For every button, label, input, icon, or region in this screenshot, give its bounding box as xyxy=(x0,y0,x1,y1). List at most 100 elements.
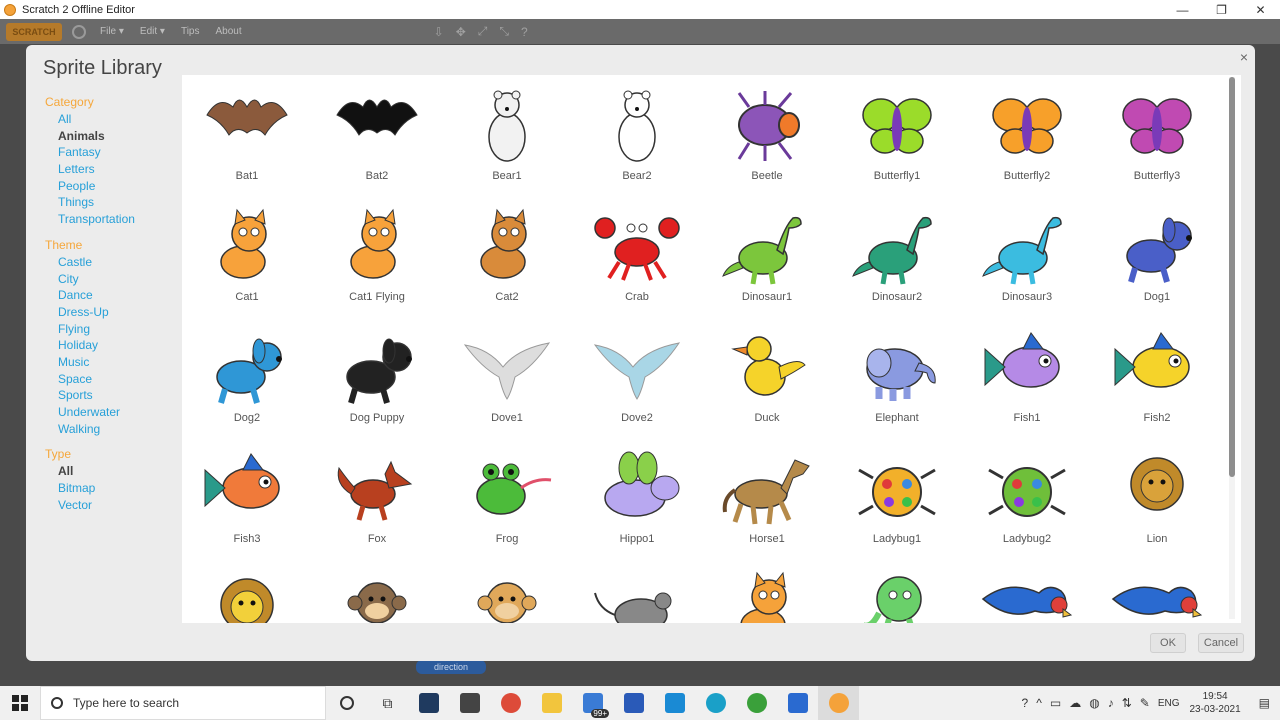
theme-item-space[interactable]: Space xyxy=(45,371,180,388)
menu-file[interactable]: File ▾ xyxy=(100,26,124,37)
category-item-letters[interactable]: Letters xyxy=(45,161,180,178)
theme-item-castle[interactable]: Castle xyxy=(45,254,180,271)
edge-icon[interactable] xyxy=(695,686,736,720)
chrome-icon[interactable] xyxy=(490,686,531,720)
category-item-people[interactable]: People xyxy=(45,178,180,195)
sprite-tile[interactable] xyxy=(962,567,1092,623)
theme-item-music[interactable]: Music xyxy=(45,354,180,371)
theme-item-dance[interactable]: Dance xyxy=(45,287,180,304)
sprite-tile-duck[interactable]: Duck xyxy=(702,325,832,446)
chevron-up-icon[interactable]: ^ xyxy=(1036,696,1042,710)
menu-about[interactable]: About xyxy=(215,26,241,37)
sprite-tile[interactable] xyxy=(832,567,962,623)
task-view-icon[interactable]: ⧉ xyxy=(367,686,408,720)
sprite-tile-horse1[interactable]: Horse1 xyxy=(702,446,832,567)
cancel-button[interactable]: Cancel xyxy=(1198,633,1244,653)
file-explorer-icon[interactable] xyxy=(531,686,572,720)
theme-item-dress-up[interactable]: Dress-Up xyxy=(45,304,180,321)
menu-edit[interactable]: Edit ▾ xyxy=(140,26,165,37)
minimize-button[interactable]: — xyxy=(1163,3,1202,17)
torrent-icon[interactable] xyxy=(736,686,777,720)
sprite-tile[interactable] xyxy=(572,567,702,623)
scrollbar[interactable] xyxy=(1229,77,1235,619)
grow-tool-icon[interactable]: ⤢ xyxy=(478,24,488,39)
close-icon[interactable]: × xyxy=(1240,49,1248,65)
sprite-tile-fish1[interactable]: Fish1 xyxy=(962,325,1092,446)
cloud-icon[interactable]: ☁ xyxy=(1069,696,1081,710)
vscode-icon[interactable] xyxy=(654,686,695,720)
screen-app-icon[interactable] xyxy=(777,686,818,720)
clock[interactable]: 19:54 23-03-2021 xyxy=(1190,690,1241,716)
notifications-icon[interactable]: ▤ xyxy=(1259,696,1270,710)
restore-button[interactable]: ❐ xyxy=(1202,3,1241,17)
sprite-tile-dinosaur1[interactable]: Dinosaur1 xyxy=(702,204,832,325)
sprite-tile-dog1[interactable]: Dog1 xyxy=(1092,204,1222,325)
sprite-tile-bear2[interactable]: Bear2 xyxy=(572,83,702,204)
windows-start-icon[interactable] xyxy=(0,686,40,720)
shrink-tool-icon[interactable]: ⤡ xyxy=(499,24,509,39)
theme-item-sports[interactable]: Sports xyxy=(45,387,180,404)
sprite-tile-dinosaur3[interactable]: Dinosaur3 xyxy=(962,204,1092,325)
theme-item-walking[interactable]: Walking xyxy=(45,421,180,438)
sprite-tile-bear1[interactable]: Bear1 xyxy=(442,83,572,204)
category-item-animals[interactable]: Animals xyxy=(45,128,180,145)
sprite-tile-dove1[interactable]: Dove1 xyxy=(442,325,572,446)
sprite-tile-dinosaur2[interactable]: Dinosaur2 xyxy=(832,204,962,325)
sprite-tile-crab[interactable]: Crab xyxy=(572,204,702,325)
sprite-tile-ladybug2[interactable]: Ladybug2 xyxy=(962,446,1092,567)
sprite-tile[interactable] xyxy=(312,567,442,623)
sprite-tile-lion[interactable]: Lion xyxy=(1092,446,1222,567)
close-window-button[interactable]: ✕ xyxy=(1241,3,1280,17)
sprite-tile-cat1[interactable]: Cat1 xyxy=(182,204,312,325)
usb-icon[interactable]: ⇅ xyxy=(1122,696,1132,710)
sprite-tile-beetle[interactable]: Beetle xyxy=(702,83,832,204)
pen-icon[interactable]: ✎ xyxy=(1140,696,1150,710)
language-indicator[interactable]: ENG xyxy=(1158,698,1180,709)
theme-item-flying[interactable]: Flying xyxy=(45,321,180,338)
sprite-tile-dove2[interactable]: Dove2 xyxy=(572,325,702,446)
sprite-tile-fish3[interactable]: Fish3 xyxy=(182,446,312,567)
store-icon[interactable] xyxy=(449,686,490,720)
sprite-tile[interactable] xyxy=(702,567,832,623)
sprite-tile-butterfly2[interactable]: Butterfly2 xyxy=(962,83,1092,204)
sprite-tile-cat2[interactable]: Cat2 xyxy=(442,204,572,325)
scrollbar-thumb[interactable] xyxy=(1229,77,1235,477)
delete-tool-icon[interactable]: ✥ xyxy=(456,25,466,39)
sprite-tile-bat2[interactable]: Bat2 xyxy=(312,83,442,204)
category-item-fantasy[interactable]: Fantasy xyxy=(45,144,180,161)
sprite-tile-bat1[interactable]: Bat1 xyxy=(182,83,312,204)
sprite-tile-fox[interactable]: Fox xyxy=(312,446,442,567)
help-tool-icon[interactable]: ? xyxy=(521,25,528,39)
terminal-app-icon[interactable] xyxy=(408,686,449,720)
type-item-bitmap[interactable]: Bitmap xyxy=(45,480,180,497)
powershell-icon[interactable] xyxy=(613,686,654,720)
sprite-tile-ladybug1[interactable]: Ladybug1 xyxy=(832,446,962,567)
network-icon[interactable]: ◍ xyxy=(1089,696,1099,710)
sprite-tile-elephant[interactable]: Elephant xyxy=(832,325,962,446)
mail-icon[interactable]: 99+ xyxy=(572,686,613,720)
ok-button[interactable]: OK xyxy=(1150,633,1186,653)
theme-item-holiday[interactable]: Holiday xyxy=(45,337,180,354)
sprite-tile-dog-puppy[interactable]: Dog Puppy xyxy=(312,325,442,446)
language-globe-icon[interactable] xyxy=(72,24,86,39)
sprite-tile-cat1-flying[interactable]: Cat1 Flying xyxy=(312,204,442,325)
duplicate-tool-icon[interactable]: ⇩ xyxy=(434,25,444,39)
category-item-things[interactable]: Things xyxy=(45,194,180,211)
sprite-tile-frog[interactable]: Frog xyxy=(442,446,572,567)
theme-item-underwater[interactable]: Underwater xyxy=(45,404,180,421)
sprite-tile[interactable] xyxy=(442,567,572,623)
type-item-vector[interactable]: Vector xyxy=(45,497,180,514)
scratch-taskbar-icon[interactable] xyxy=(818,686,859,720)
volume-icon[interactable]: ♪ xyxy=(1108,696,1114,710)
sprite-tile-butterfly1[interactable]: Butterfly1 xyxy=(832,83,962,204)
sprite-tile-butterfly3[interactable]: Butterfly3 xyxy=(1092,83,1222,204)
category-item-all[interactable]: All xyxy=(45,111,180,128)
type-item-all[interactable]: All xyxy=(45,463,180,480)
menu-tips[interactable]: Tips xyxy=(181,26,200,37)
sprite-tile-fish2[interactable]: Fish2 xyxy=(1092,325,1222,446)
theme-item-city[interactable]: City xyxy=(45,271,180,288)
battery-icon[interactable]: ▭ xyxy=(1050,696,1061,710)
cortana-icon[interactable] xyxy=(326,686,367,720)
sprite-tile[interactable] xyxy=(1092,567,1222,623)
taskbar-search-box[interactable]: Type here to search xyxy=(40,686,326,720)
